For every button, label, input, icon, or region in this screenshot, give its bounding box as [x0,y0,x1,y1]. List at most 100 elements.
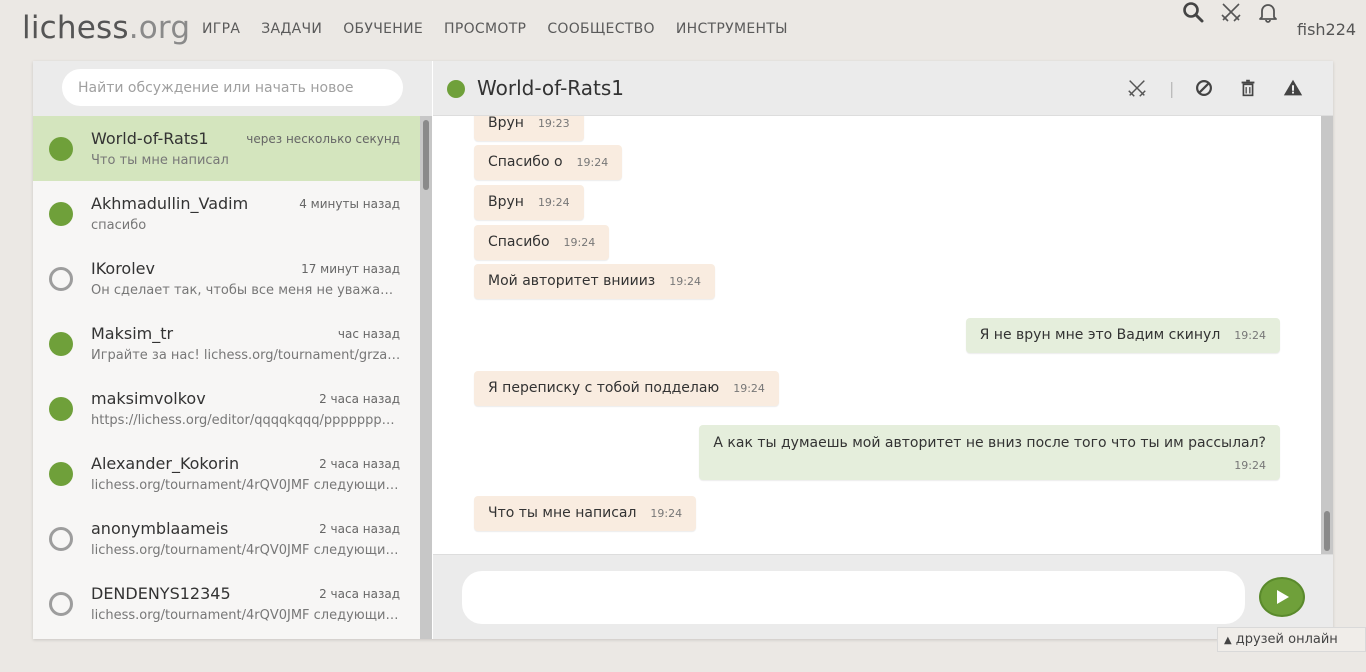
search-bar [33,61,432,116]
message-time: 19:24 [576,156,609,169]
offline-status-icon [49,267,73,291]
conversation-sidebar: World-of-Rats1 через несколько секунд Что … [33,61,432,639]
contact-name: World-of-Rats1 [91,129,209,148]
message-text: Врун [488,116,524,131]
message-received: Врун 19:24 [474,185,584,220]
contact-last-message: спасибо [91,218,147,233]
online-status-icon [49,462,73,486]
swords-icon[interactable] [1126,77,1148,99]
logo-name: lichess [22,10,129,46]
contact-time: 2 часа назад [319,522,400,536]
message-text: Врун [488,194,524,210]
contact-last-message: Что ты мне написал [91,153,229,168]
contact-time: 4 минуты назад [299,197,400,211]
send-button[interactable] [1259,577,1305,617]
contact-name: Alexander_Kokorin [91,454,240,473]
contact-item[interactable]: DENDENYS12345 2 часа назад lichess.org/tou… [33,571,420,636]
contact-time: 2 часа назад [319,392,400,406]
message-sent: Я не врун мне это Вадим скинул 19:24 [965,318,1280,353]
contact-item[interactable]: Maksim_tr час назад Играйте за нас! liches… [33,311,420,376]
contact-item[interactable]: maksimvolkov 2 часа назад https://lichess.… [33,376,420,441]
offline-status-icon [49,527,73,551]
message-text: А как ты думаешь мой авторитет не вниз п… [713,435,1266,451]
nav-play[interactable]: ИГРА [202,21,240,37]
sidebar-scroll-thumb[interactable] [423,120,429,190]
conversation-scroll-thumb[interactable] [1324,511,1330,551]
contact-item[interactable]: World-of-Rats1 через несколько секунд Что … [33,116,420,181]
swords-icon[interactable] [1219,0,1243,24]
contact-item[interactable]: anonymblaameis 2 часа назад lichess.org/to… [33,506,420,571]
conversation: World-of-Rats1 | Врун 19:23 Спасибо о 19… [433,61,1333,639]
message-text: Мой авторитет вниииз [488,273,656,289]
message-input[interactable] [462,571,1245,624]
nav-tools[interactable]: ИНСТРУМЕНТЫ [676,21,788,37]
message-received: Спасибо 19:24 [474,225,610,260]
contact-last-message: https://lichess.org/editor/qqqqkqqq/pppp… [91,413,401,428]
contact-last-message: Играйте за нас! lichess.org/tournament/g… [91,348,401,363]
message-time: 19:24 [650,507,683,520]
bell-icon[interactable] [1256,0,1280,24]
contact-name: Maksim_tr [91,324,174,343]
contact-item[interactable]: Akhmadullin_Vadim 4 минуты назад спасибо [33,181,420,246]
message-received: Мой авторитет вниииз 19:24 [474,264,715,299]
online-status-icon [49,202,73,226]
conversation-title[interactable]: World-of-Rats1 [477,76,624,100]
username[interactable]: fish224 [1297,20,1356,39]
block-icon[interactable] [1193,77,1215,99]
message-time: 19:24 [563,236,596,249]
contact-time: через несколько секунд [246,132,400,146]
message-received: Врун 19:23 [474,116,584,141]
contact-name: Akhmadullin_Vadim [91,194,249,213]
contact-time: 17 минут назад [301,262,400,276]
message-time: 19:24 [733,382,765,395]
friends-online-label: друзей онлайн [1235,632,1338,647]
message-time: 19:24 [669,275,701,288]
friends-online-toggle[interactable]: ▲ друзей онлайн [1217,627,1366,652]
header-separator: | [1169,79,1175,98]
online-status-dot [447,80,465,98]
nav-community[interactable]: СООБЩЕСТВО [547,21,655,37]
trash-icon[interactable] [1237,77,1259,99]
compose-area [433,554,1333,639]
contact-name: maksimvolkov [91,389,206,408]
contact-item[interactable]: Alexander_Kokorin 2 часа назад lichess.org… [33,441,420,506]
main-nav: ИГРА ЗАДАЧИ ОБУЧЕНИЕ ПРОСМОТР СООБЩЕСТВО… [202,21,809,37]
nav-watch[interactable]: ПРОСМОТР [444,21,526,37]
contact-time: час назад [337,327,400,341]
contact-time: 2 часа назад [319,457,400,471]
site-logo[interactable]: lichess.org [22,10,190,46]
nav-learn[interactable]: ОБУЧЕНИЕ [343,21,423,37]
chevron-up-icon: ▲ [1224,635,1232,646]
contact-item[interactable]: IKorolev 17 минут назад Он сделает так, чт… [33,246,420,311]
message-received: Что ты мне написал 19:24 [474,496,697,531]
search-icon[interactable] [1181,0,1205,24]
offline-status-icon [49,592,73,616]
contact-list: World-of-Rats1 через несколько секунд Что … [33,116,420,639]
contact-name: anonymblaameis [91,519,229,538]
contact-name: IKorolev [91,259,155,278]
search-input[interactable] [62,69,403,106]
message-text: Спасибо о [488,154,563,170]
contact-name: DENDENYS12345 [91,584,231,603]
messages-panel: World-of-Rats1 через несколько секунд Что … [33,61,1333,639]
contact-last-message: lichess.org/tournament/4rQV0JMF следующи… [91,478,401,493]
message-received: Спасибо о 19:24 [474,145,623,180]
conversation-header: World-of-Rats1 | [433,61,1333,116]
message-text: Спасибо [488,234,550,250]
sidebar-scrollbar[interactable] [420,116,432,639]
message-list: Врун 19:23 Спасибо о 19:24 Врун 19:24 Спаси… [433,116,1321,554]
online-status-icon [49,137,73,161]
contact-last-message: Он сделает так, чтобы все меня не уважал… [91,283,401,298]
message-time: 19:24 [1234,329,1266,342]
conversation-scrollbar[interactable] [1321,116,1333,554]
message-time: 19:24 [1234,459,1266,472]
logo-tld: .org [128,10,191,46]
nav-puzzles[interactable]: ЗАДАЧИ [261,21,322,37]
online-status-icon [49,397,73,421]
message-text: Что ты мне написал [488,505,637,521]
message-text: Я переписку с тобой подделаю [488,380,720,396]
warning-icon[interactable] [1282,77,1304,99]
message-sent: А как ты думаешь мой авторитет не вниз п… [699,425,1280,480]
top-bar: lichess.org ИГРА ЗАДАЧИ ОБУЧЕНИЕ ПРОСМОТ… [0,0,1366,60]
online-status-icon [49,332,73,356]
